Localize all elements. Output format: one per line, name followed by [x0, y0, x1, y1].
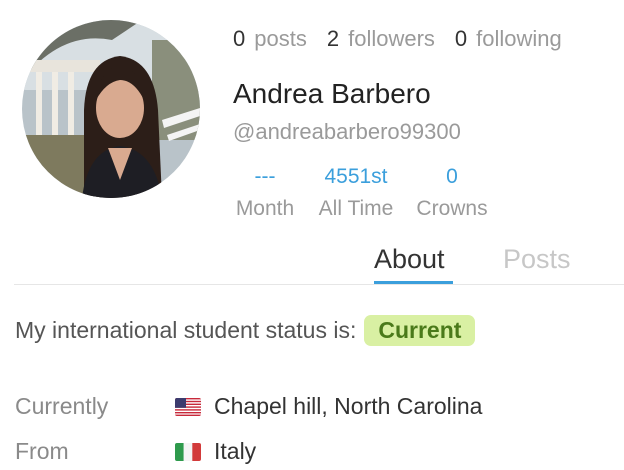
rank-all-time: 4551st All Time [316, 164, 396, 222]
profile-tabs: About Posts [0, 240, 624, 284]
profile-name: Andrea Barbero [233, 78, 431, 109]
italy-flag-icon [175, 442, 201, 461]
from-value: Italy [214, 438, 257, 464]
posts-label[interactable]: posts [254, 26, 307, 52]
student-status: My international student status is: Curr… [15, 315, 476, 346]
from-label: From [15, 438, 69, 464]
rank-crowns-value: 0 [446, 165, 458, 188]
currently-value: Chapel hill, North Carolina [214, 393, 483, 419]
rank-month: --- Month [233, 164, 297, 222]
rank-all-time-value: 4551st [324, 165, 388, 188]
rank-crowns-label: Crowns [416, 197, 488, 220]
currently-label: Currently [15, 393, 109, 419]
following-label[interactable]: following [476, 26, 562, 52]
student-status-text: My international student status is: [15, 317, 357, 343]
rank-month-value: --- [254, 165, 276, 188]
currently-row: Currently Chapel hill, North Carolina [15, 393, 482, 420]
from-row: From Italy [15, 438, 256, 465]
rank-crowns: 0 Crowns [414, 164, 490, 222]
tab-about[interactable]: About [374, 244, 445, 275]
rank-all-time-label: All Time [318, 197, 394, 220]
followers-label[interactable]: followers [348, 26, 435, 52]
rank-month-label: Month [235, 197, 295, 220]
profile-stats: 0 posts 2 followers 0 following [233, 26, 582, 52]
profile-handle: @andreabarbero99300 [233, 119, 461, 144]
posts-count: 0 [233, 26, 246, 51]
followers-count: 2 [326, 26, 340, 51]
following-count: 0 [454, 26, 468, 51]
tabs-divider [14, 284, 624, 285]
avatar[interactable] [22, 20, 200, 198]
tab-posts[interactable]: Posts [503, 244, 571, 275]
status-badge: Current [364, 315, 476, 346]
us-flag-icon [175, 397, 201, 416]
